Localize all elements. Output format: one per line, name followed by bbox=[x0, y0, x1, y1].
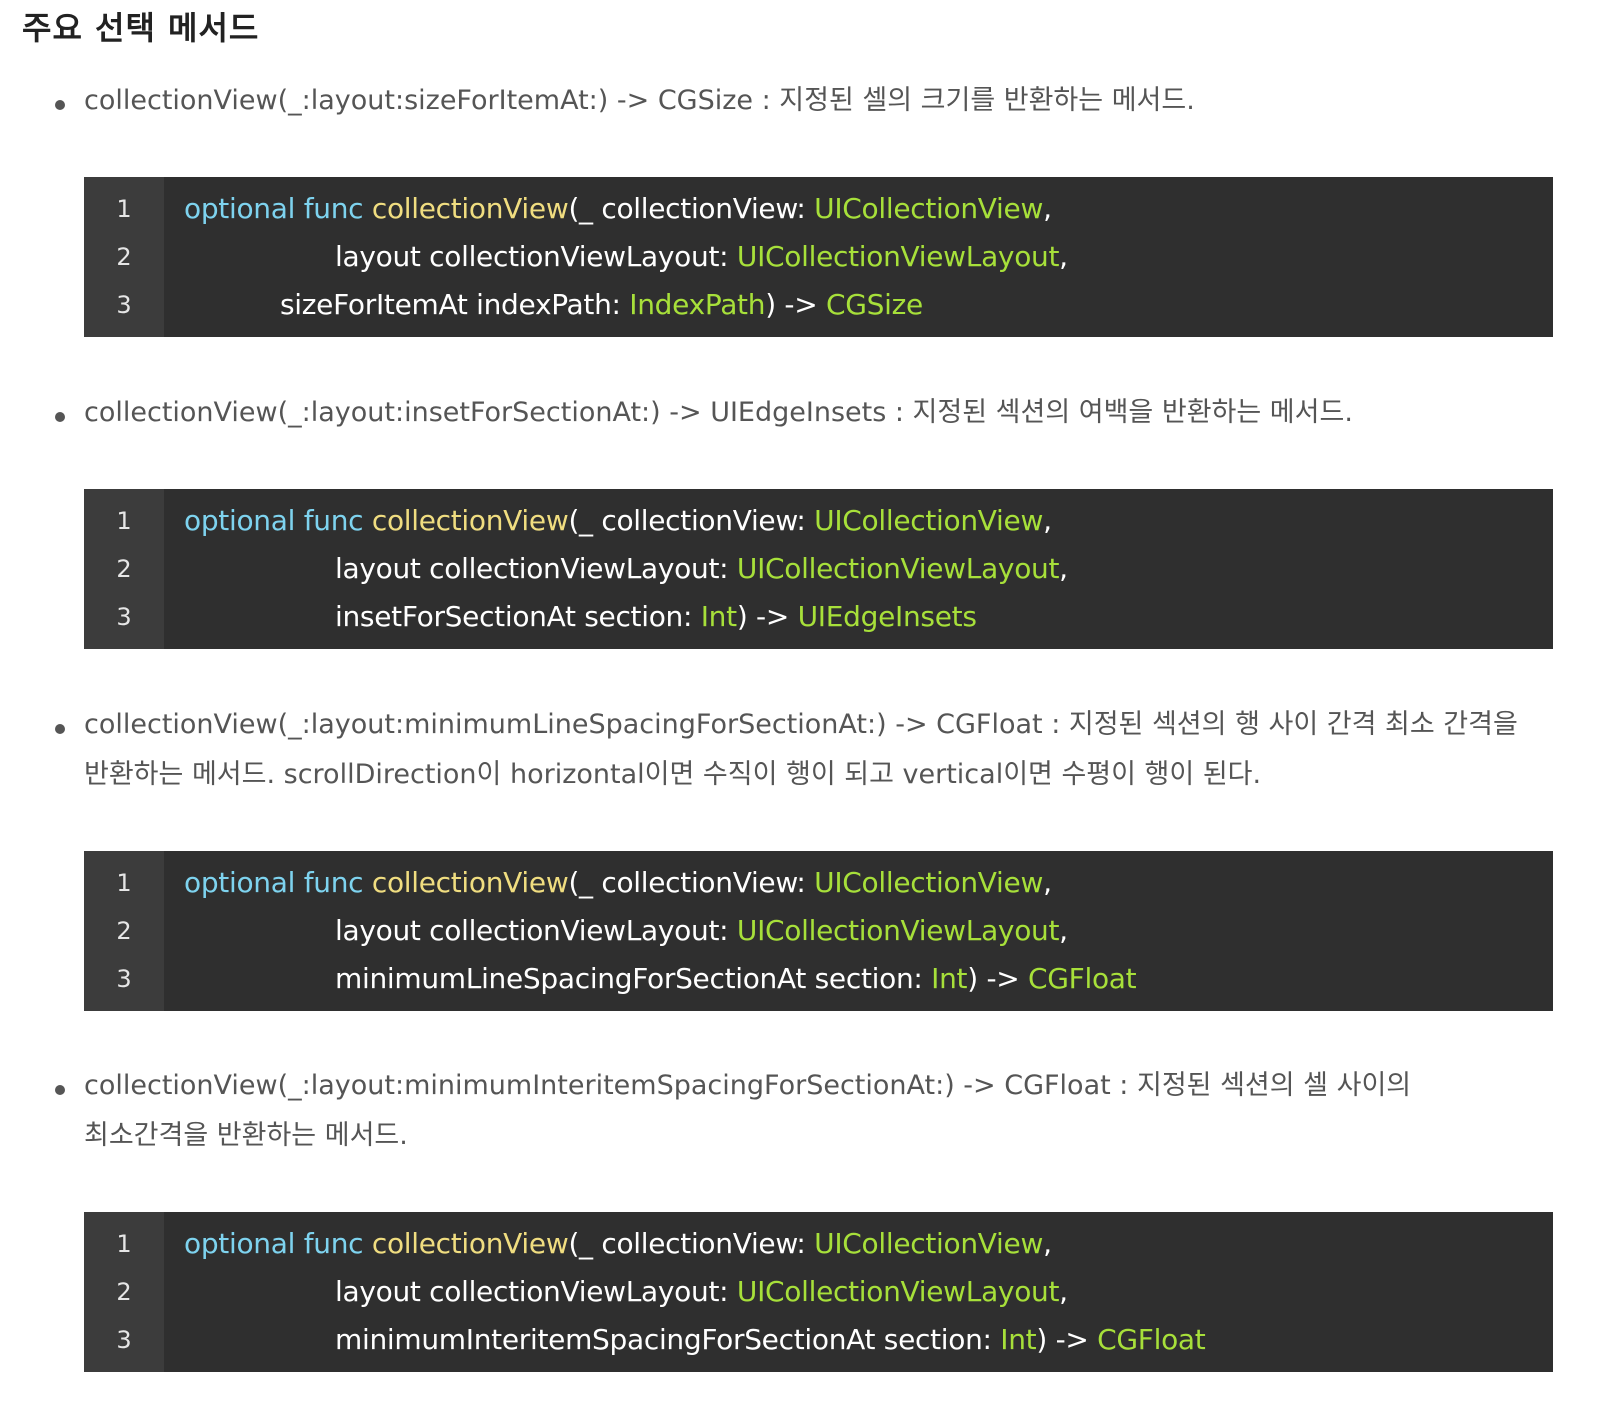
code-line-1: optional func collectionView(_ collectio… bbox=[184, 859, 1052, 907]
keyword-optional: optional bbox=[184, 504, 296, 537]
return-type: CGFloat bbox=[1028, 962, 1137, 995]
code-text: ) -> bbox=[1036, 1323, 1098, 1356]
line-number: 1 bbox=[116, 195, 132, 223]
keyword-func: func bbox=[303, 192, 364, 225]
type-name: IndexPath bbox=[629, 288, 766, 321]
type-name: UICollectionViewLayout bbox=[736, 552, 1060, 585]
keyword-optional: optional bbox=[184, 192, 296, 225]
type-name: UICollectionViewLayout bbox=[736, 1275, 1060, 1308]
code-line-1: optional func collectionView(_ collectio… bbox=[184, 497, 1052, 545]
keyword-optional: optional bbox=[184, 866, 296, 899]
code-text: , bbox=[1043, 866, 1052, 899]
code-text: , bbox=[1059, 552, 1068, 585]
type-name: Int bbox=[931, 962, 968, 995]
code-text: , bbox=[1043, 1227, 1052, 1260]
method-section: collectionView(_:layout:sizeForItemAt:) … bbox=[0, 76, 1620, 126]
code-text: layout collectionViewLayout: bbox=[335, 240, 737, 273]
code-block: 1 2 3 optional func collectionView(_ col… bbox=[84, 177, 1553, 337]
type-name: UICollectionView bbox=[814, 1227, 1044, 1260]
method-description: collectionView(_:layout:sizeForItemAt:) … bbox=[84, 85, 1195, 116]
line-number: 2 bbox=[116, 555, 132, 583]
code-block: 1 2 3 optional func collectionView(_ col… bbox=[84, 489, 1553, 649]
line-number: 1 bbox=[116, 1230, 132, 1258]
return-type: UIEdgeInsets bbox=[797, 600, 977, 633]
code-text: (_ collectionView: bbox=[568, 1227, 815, 1260]
type-name: UICollectionViewLayout bbox=[736, 914, 1060, 947]
bullet-icon bbox=[55, 1085, 65, 1095]
bullet-icon bbox=[55, 724, 65, 734]
keyword-func: func bbox=[303, 1227, 364, 1260]
code-text: (_ collectionView: bbox=[568, 192, 815, 225]
method-section: collectionView(_:layout:insetForSectionA… bbox=[0, 388, 1620, 438]
code-text: (_ collectionView: bbox=[568, 504, 815, 537]
function-name: collectionView bbox=[371, 866, 569, 899]
keyword-optional: optional bbox=[184, 1227, 296, 1260]
code-text: insetForSectionAt section: bbox=[335, 600, 701, 633]
type-name: UICollectionView bbox=[814, 504, 1044, 537]
method-section: collectionView(_:layout:minimumLineSpaci… bbox=[0, 700, 1620, 800]
line-number: 3 bbox=[116, 291, 132, 319]
code-text: minimumLineSpacingForSectionAt section: bbox=[335, 962, 932, 995]
code-text: layout collectionViewLayout: bbox=[335, 1275, 737, 1308]
line-number: 2 bbox=[116, 1278, 132, 1306]
method-description: collectionView(_:layout:minimumInteritem… bbox=[84, 1070, 1412, 1151]
code-line-1: optional func collectionView(_ collectio… bbox=[184, 185, 1052, 233]
page-title: 주요 선택 메서드 bbox=[22, 9, 260, 47]
code-text: , bbox=[1043, 192, 1052, 225]
type-name: UICollectionView bbox=[814, 192, 1044, 225]
code-line-3: minimumLineSpacingForSectionAt section: … bbox=[335, 955, 1137, 1003]
code-line-2: layout collectionViewLayout: UICollectio… bbox=[335, 233, 1068, 281]
code-text: ) -> bbox=[765, 288, 826, 321]
type-name: Int bbox=[1000, 1323, 1037, 1356]
code-text: sizeForItemAt indexPath: bbox=[280, 288, 630, 321]
line-number: 2 bbox=[116, 243, 132, 271]
return-type: CGSize bbox=[825, 288, 923, 321]
code-line-2: layout collectionViewLayout: UICollectio… bbox=[335, 1268, 1068, 1316]
line-number: 2 bbox=[116, 917, 132, 945]
code-line-2: layout collectionViewLayout: UICollectio… bbox=[335, 907, 1068, 955]
keyword-func: func bbox=[303, 504, 364, 537]
type-name: UICollectionViewLayout bbox=[736, 240, 1060, 273]
type-name: Int bbox=[700, 600, 737, 633]
method-description: collectionView(_:layout:minimumLineSpaci… bbox=[84, 709, 1518, 790]
function-name: collectionView bbox=[371, 504, 569, 537]
return-type: CGFloat bbox=[1097, 1323, 1206, 1356]
code-text: ) -> bbox=[736, 600, 798, 633]
list-item: collectionView(_:layout:minimumLineSpaci… bbox=[0, 700, 1620, 800]
code-text: minimumInteritemSpacingForSectionAt sect… bbox=[335, 1323, 1001, 1356]
code-block: 1 2 3 optional func collectionView(_ col… bbox=[84, 851, 1553, 1011]
code-block: 1 2 3 optional func collectionView(_ col… bbox=[84, 1212, 1553, 1372]
function-name: collectionView bbox=[371, 1227, 569, 1260]
type-name: UICollectionView bbox=[814, 866, 1044, 899]
list-item: collectionView(_:layout:sizeForItemAt:) … bbox=[0, 76, 1620, 126]
line-number: 3 bbox=[116, 965, 132, 993]
line-number: 3 bbox=[116, 603, 132, 631]
code-line-2: layout collectionViewLayout: UICollectio… bbox=[335, 545, 1068, 593]
code-text: (_ collectionView: bbox=[568, 866, 815, 899]
bullet-icon bbox=[55, 412, 65, 422]
keyword-func: func bbox=[303, 866, 364, 899]
code-text: , bbox=[1059, 914, 1068, 947]
code-line-3: insetForSectionAt section: Int) -> UIEdg… bbox=[335, 593, 977, 641]
method-description: collectionView(_:layout:insetForSectionA… bbox=[84, 397, 1353, 428]
line-number: 1 bbox=[116, 507, 132, 535]
list-item: collectionView(_:layout:insetForSectionA… bbox=[0, 388, 1620, 438]
code-text: , bbox=[1059, 240, 1068, 273]
code-text: layout collectionViewLayout: bbox=[335, 552, 737, 585]
list-item: collectionView(_:layout:minimumInteritem… bbox=[0, 1061, 1620, 1161]
line-number: 1 bbox=[116, 869, 132, 897]
code-text: , bbox=[1059, 1275, 1068, 1308]
function-name: collectionView bbox=[371, 192, 569, 225]
code-line-3: minimumInteritemSpacingForSectionAt sect… bbox=[335, 1316, 1206, 1364]
code-text: , bbox=[1043, 504, 1052, 537]
code-line-1: optional func collectionView(_ collectio… bbox=[184, 1220, 1052, 1268]
code-text: layout collectionViewLayout: bbox=[335, 914, 737, 947]
code-line-3: sizeForItemAt indexPath: IndexPath) -> C… bbox=[280, 281, 923, 329]
code-text: ) -> bbox=[967, 962, 1029, 995]
method-section: collectionView(_:layout:minimumInteritem… bbox=[0, 1061, 1620, 1161]
bullet-icon bbox=[55, 100, 65, 110]
line-number: 3 bbox=[116, 1326, 132, 1354]
